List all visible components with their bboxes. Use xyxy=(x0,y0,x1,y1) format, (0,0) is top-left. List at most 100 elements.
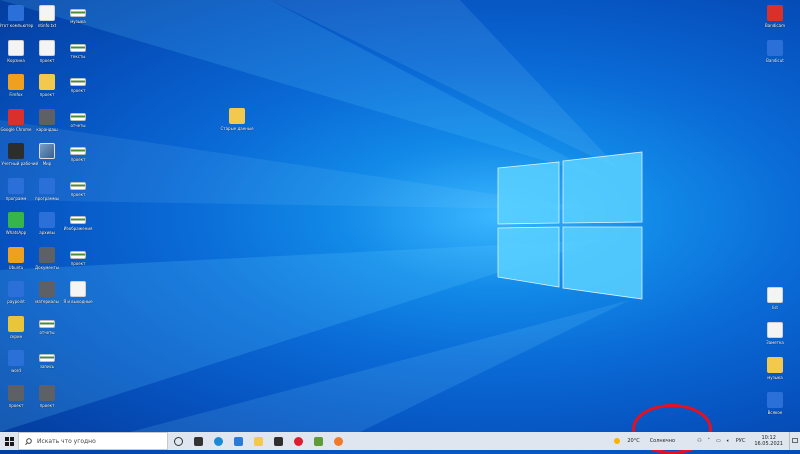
notification-button[interactable] xyxy=(789,432,800,450)
language-indicator[interactable]: РУС xyxy=(736,438,746,444)
desktop-icon-label: музыка xyxy=(767,375,783,380)
desktop-icon[interactable]: Старые данные xyxy=(214,108,260,131)
opera-icon xyxy=(293,436,303,446)
desktop-icon[interactable]: музыка xyxy=(55,5,101,24)
desktop-icon-label: проект xyxy=(39,402,55,408)
text-file-icon xyxy=(767,287,783,303)
desktop-icon[interactable]: list xyxy=(752,287,798,310)
start-button[interactable] xyxy=(0,432,18,450)
clock-date: 16.05.2021 xyxy=(754,441,783,447)
image-icon xyxy=(39,108,55,125)
desktop-icon[interactable]: проект xyxy=(55,247,101,266)
edge-icon xyxy=(213,436,223,446)
search-icon xyxy=(25,437,32,445)
app-icon xyxy=(8,143,24,159)
strip-icon xyxy=(70,181,86,190)
desktop-icon[interactable]: отчеты xyxy=(55,109,101,128)
desktop-icon-label: Всякое xyxy=(767,410,783,415)
desktop-icon[interactable]: отчеты xyxy=(24,316,70,335)
desktop-icon-label: Bandicam xyxy=(765,23,785,28)
desktop-icon-label: Я и выходные xyxy=(63,299,93,304)
weather-temp: 20°C xyxy=(627,438,640,444)
n-app-icon xyxy=(767,392,783,408)
desktop-icon[interactable]: тексты xyxy=(55,40,101,59)
image-icon xyxy=(39,246,55,263)
minecraft-icon xyxy=(313,436,323,446)
taskbar-opera[interactable] xyxy=(288,432,308,450)
app-icon xyxy=(8,281,24,297)
search-input[interactable] xyxy=(37,437,157,445)
strip-icon xyxy=(70,112,86,121)
installer-icon xyxy=(8,177,24,194)
installer-icon xyxy=(39,212,55,228)
image-icon xyxy=(39,384,55,401)
desktop-icon-label: отчеты xyxy=(70,122,86,128)
network-icon[interactable]: ▭ xyxy=(716,438,721,444)
desktop-icon[interactable]: проект xyxy=(55,74,101,93)
desktop-icon[interactable]: Bandicam xyxy=(752,5,798,28)
strip-icon xyxy=(70,9,86,17)
text-file-icon xyxy=(229,108,245,124)
chevron-up-icon[interactable]: ˄ xyxy=(708,438,711,444)
search-box[interactable] xyxy=(18,432,168,450)
desktop-icon-label: list xyxy=(772,305,778,310)
taskbar-apps xyxy=(168,432,348,450)
desktop-icon-label: проект xyxy=(70,157,86,162)
desktop[interactable]: Этот компьютер Корзина Firefox Google Chrom… xyxy=(0,0,800,432)
document-icon xyxy=(8,350,24,366)
taskbar-file-explorer[interactable] xyxy=(248,432,268,450)
wallpaper-light-beams xyxy=(0,0,630,432)
desktop-icon[interactable]: Изображения xyxy=(55,212,101,231)
taskbar-bag-app[interactable] xyxy=(268,432,288,450)
desktop-icon-label: Заметка xyxy=(766,340,784,345)
taskbar: 20°C Солнечно ⚇ ˄ ▭ 🔈︎ РУС 10:12 16.05.2… xyxy=(0,432,800,450)
desktop-icon-label: Bandicut xyxy=(766,58,784,63)
desktop-icon-label: проект xyxy=(70,88,86,93)
desktop-icon-label: тексты xyxy=(70,53,86,59)
desktop-icon[interactable]: Bandicut xyxy=(752,40,798,63)
desktop-icon[interactable]: проект xyxy=(24,384,70,408)
notification-icon xyxy=(792,438,798,443)
cortana-circle-icon xyxy=(173,436,183,446)
installer-icon xyxy=(39,177,55,194)
text-file-icon xyxy=(70,281,86,297)
desktop-icon-label: отчеты xyxy=(39,329,55,335)
ubuntu-icon xyxy=(8,246,24,263)
windows-logo-wallpaper xyxy=(497,151,643,300)
desktop-icon[interactable]: проект xyxy=(55,143,101,162)
strip-icon xyxy=(70,250,86,259)
clock[interactable]: 10:12 16.05.2021 xyxy=(754,435,783,447)
people-icon[interactable]: ⚇ xyxy=(697,438,701,444)
picture-icon xyxy=(8,315,24,332)
desktop-icon[interactable]: Заметка xyxy=(752,322,798,345)
whatsapp-icon xyxy=(8,212,24,228)
desktop-icon[interactable]: запись xyxy=(24,350,70,369)
monitor-icon xyxy=(8,5,24,21)
firefox-icon xyxy=(8,74,24,90)
desktop-icon[interactable]: музыка xyxy=(752,357,798,380)
taskbar-edge[interactable] xyxy=(208,432,228,450)
desktop-icon-label: запись xyxy=(39,364,55,369)
image-icon xyxy=(8,384,24,401)
desktop-icon-label: Изображения xyxy=(63,226,93,231)
firefox-icon xyxy=(333,436,343,446)
chrome-icon xyxy=(8,108,24,125)
image-icon xyxy=(39,281,55,297)
taskbar-microsoft-store[interactable] xyxy=(228,432,248,450)
desktop-icon[interactable]: Я и выходные xyxy=(55,281,101,304)
bandicut-icon xyxy=(767,40,783,56)
strip-icon xyxy=(70,43,86,52)
taskbar-cortana-circle[interactable] xyxy=(168,432,188,450)
desktop-icon-label: музыка xyxy=(70,19,86,24)
recycle-bin-icon xyxy=(8,39,24,56)
taskbar-firefox[interactable] xyxy=(328,432,348,450)
taskbar-task-view[interactable] xyxy=(188,432,208,450)
bag-app-icon xyxy=(273,436,283,446)
volume-icon[interactable]: 🔈︎ xyxy=(727,438,730,444)
strip-icon xyxy=(39,319,55,328)
desktop-icon[interactable]: Всякое xyxy=(752,392,798,415)
desktop-icon[interactable]: проект xyxy=(55,178,101,197)
taskbar-minecraft[interactable] xyxy=(308,432,328,450)
weather-widget[interactable]: 20°C Солнечно xyxy=(614,438,678,444)
text-file-icon xyxy=(767,322,783,338)
